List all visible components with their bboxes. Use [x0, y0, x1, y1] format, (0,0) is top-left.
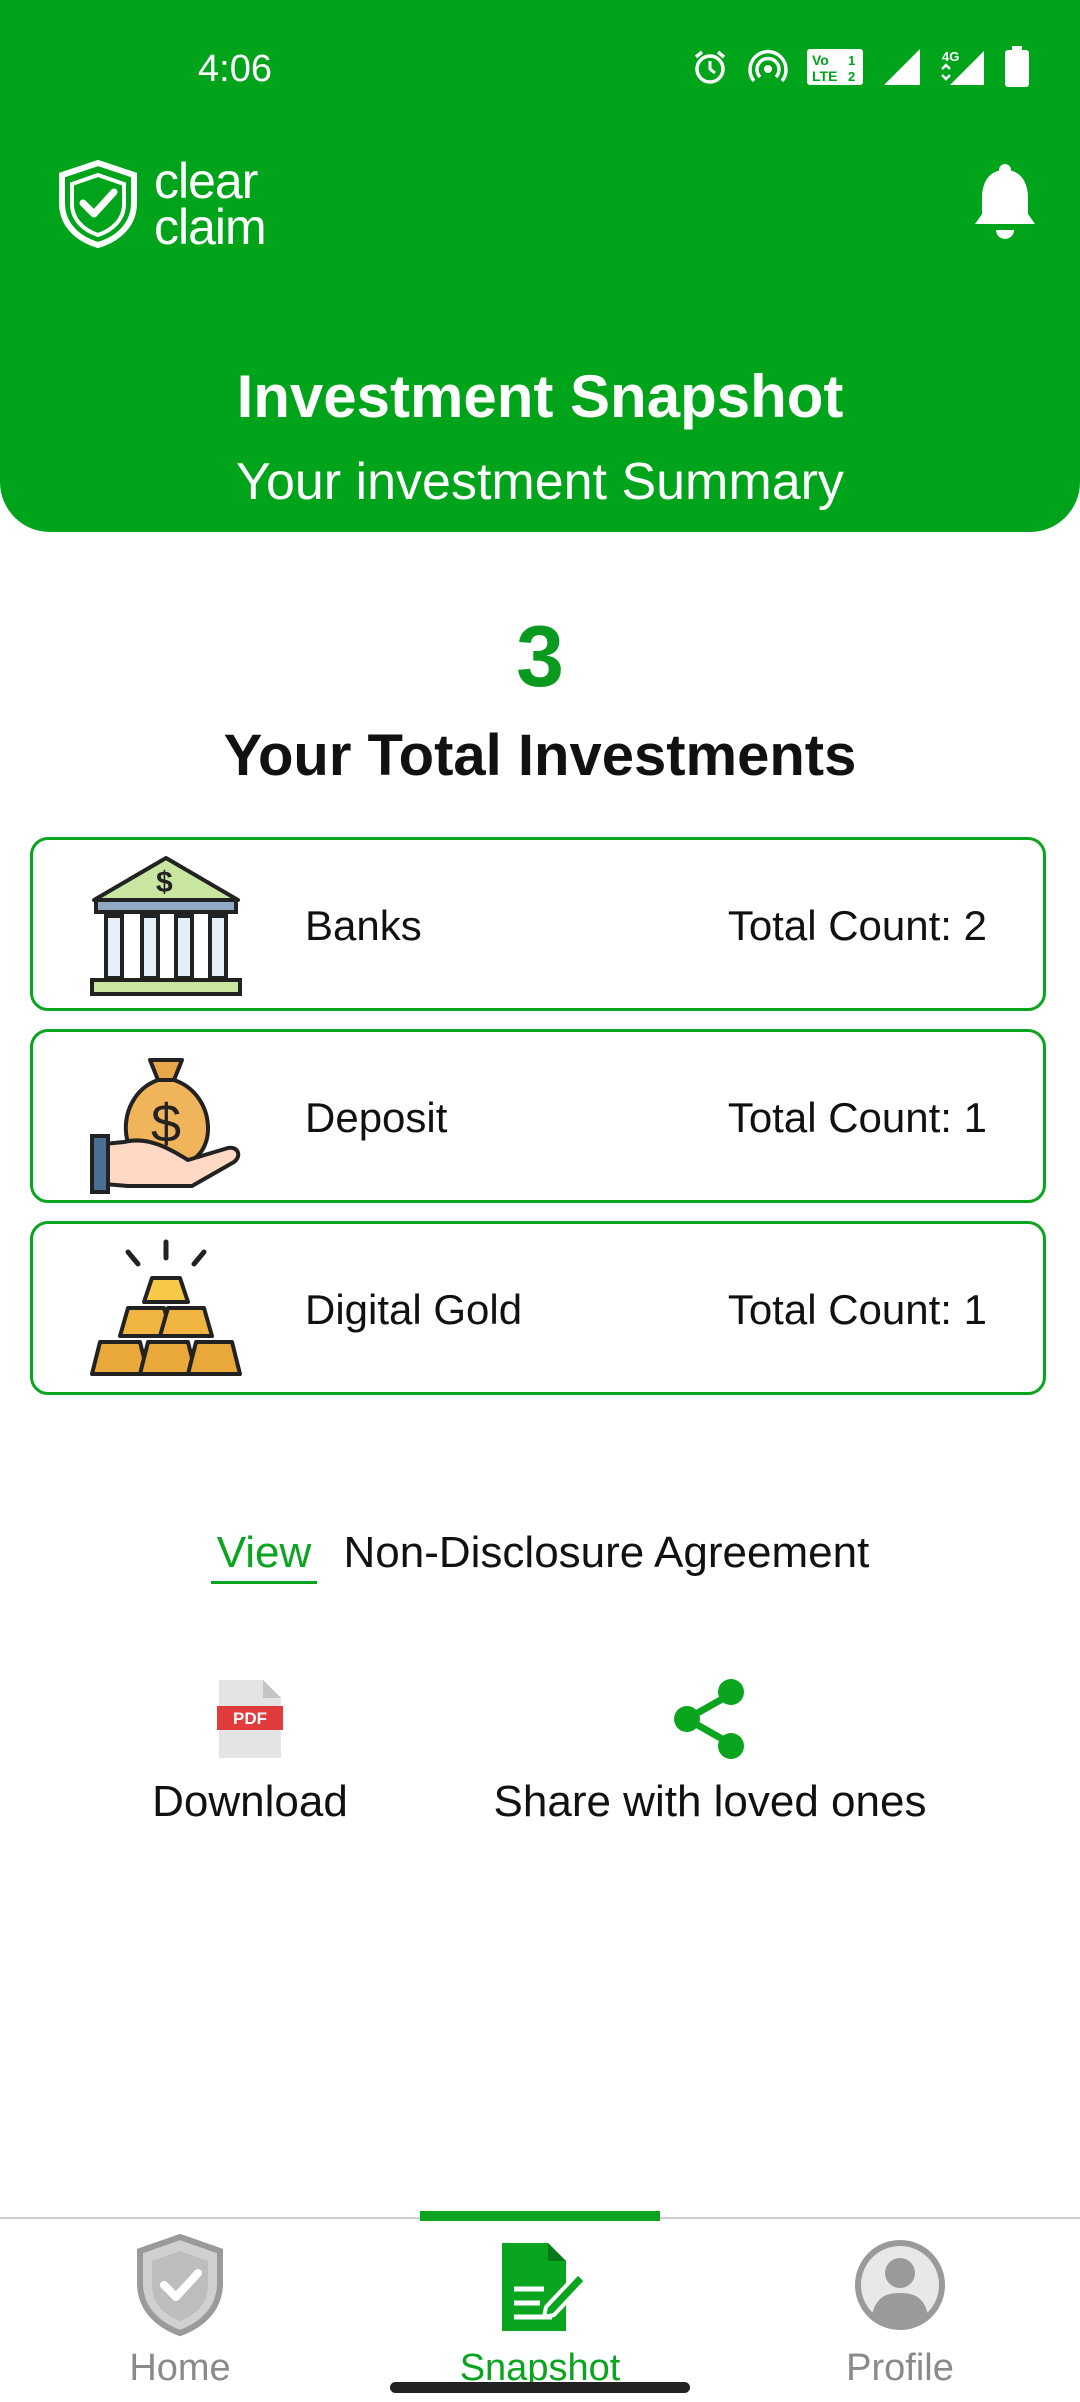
volte-icon: VoLTE 12	[807, 49, 863, 85]
shield-check-icon	[59, 159, 137, 249]
active-tab-indicator	[420, 2211, 660, 2221]
nav-label-home: Home	[129, 2347, 231, 2389]
investment-name: Deposit	[305, 1094, 448, 1141]
download-button[interactable]: PDF Download	[130, 1676, 370, 1827]
investment-name: Digital Gold	[305, 1286, 523, 1333]
pdf-badge-text: PDF	[233, 1709, 267, 1728]
status-bar: 4:06 Vo LTE 1 2 4G	[0, 0, 1080, 140]
share-icon	[674, 1679, 744, 1759]
total-investments-count: 3	[516, 609, 564, 705]
document-edit-icon	[502, 2243, 588, 2331]
investment-count: Total Count: 2	[727, 902, 987, 949]
svg-text:2: 2	[848, 69, 855, 84]
4g-signal-icon: 4G	[941, 49, 984, 85]
money-bag-icon: $	[90, 1058, 241, 1194]
page-title: Investment Snapshot	[236, 363, 844, 430]
page-subtitle: Your investment Summary	[236, 453, 844, 511]
total-investments-label: Your Total Investments	[223, 723, 857, 788]
svg-text:4G: 4G	[942, 49, 959, 64]
notifications-button[interactable]	[972, 162, 1038, 247]
share-button[interactable]: Share with loved ones	[470, 1676, 950, 1827]
investment-card-digital-gold[interactable]: Digital Gold Total Count: 1	[30, 1221, 1046, 1395]
status-icons: Vo LTE 1 2 4G	[690, 46, 1030, 88]
shield-check-icon	[137, 2233, 223, 2337]
logo-text-line1: clear	[154, 153, 258, 209]
pdf-icon: PDF	[217, 1680, 283, 1758]
svg-text:Vo: Vo	[812, 52, 829, 68]
bell-icon	[975, 164, 1035, 239]
logo-text-line2: claim	[154, 199, 267, 255]
status-time: 4:06	[198, 48, 272, 90]
header: 4:06 Vo LTE 1 2 4G clear claim Investment S…	[0, 0, 1080, 532]
svg-text:LTE: LTE	[812, 68, 837, 84]
download-label: Download	[152, 1777, 348, 1826]
svg-text:1: 1	[848, 53, 855, 68]
bottom-nav: Home Snapshot Profile	[0, 2211, 1080, 2402]
battery-icon	[1005, 46, 1029, 87]
hotspot-icon	[748, 50, 788, 83]
investment-card-banks[interactable]: $ Banks Total Count: 2	[30, 837, 1046, 1011]
alarm-icon	[694, 50, 726, 84]
svg-text:$: $	[156, 866, 173, 899]
share-label: Share with loved ones	[493, 1777, 927, 1826]
signal-icon	[884, 49, 920, 85]
view-nda-link[interactable]: View	[210, 1528, 318, 1584]
gold-bars-icon	[90, 1239, 242, 1376]
system-home-indicator[interactable]	[390, 2382, 690, 2393]
user-icon	[855, 2240, 945, 2330]
nav-label-profile: Profile	[846, 2347, 954, 2389]
nav-item-home[interactable]: Home	[60, 2233, 300, 2390]
nav-item-snapshot[interactable]: Snapshot	[420, 2233, 660, 2390]
nav-item-profile[interactable]: Profile	[780, 2233, 1020, 2390]
investment-count: Total Count: 1	[727, 1286, 987, 1333]
nda-row: View Non-Disclosure Agreement	[0, 1528, 1080, 1584]
investment-count: Total Count: 1	[727, 1094, 987, 1141]
app-logo: clear claim	[56, 153, 267, 255]
investment-name: Banks	[305, 902, 422, 949]
bank-icon: $	[90, 856, 242, 996]
investment-card-deposit[interactable]: $ Deposit Total Count: 1	[30, 1029, 1046, 1203]
nda-text: Non-Disclosure Agreement	[343, 1528, 870, 1577]
